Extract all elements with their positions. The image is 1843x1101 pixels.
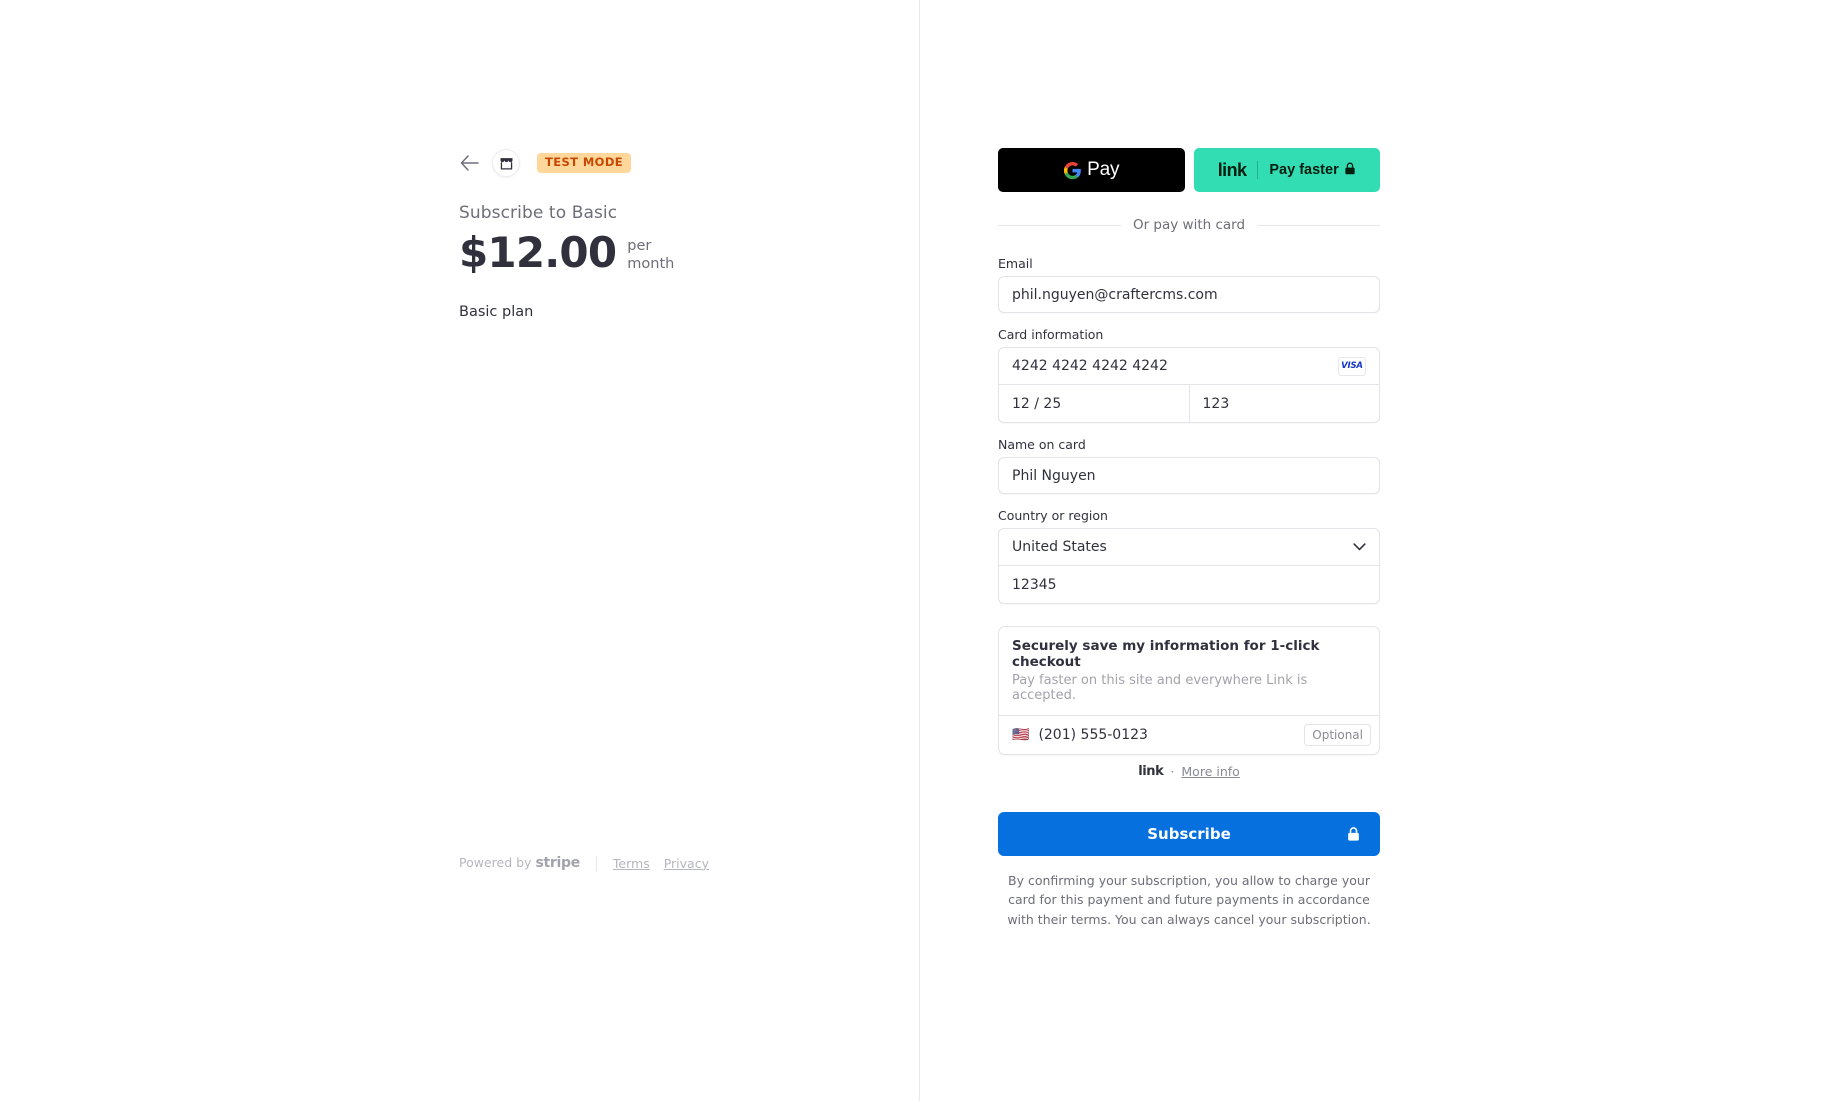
subscribe-button-label: Subscribe (1147, 825, 1231, 843)
link-label-text: Pay faster (1269, 162, 1339, 178)
country-postal-block: United States 12345 (998, 528, 1380, 604)
payment-form: Pay link Pay faster Or pay with card Ema… (998, 148, 1381, 929)
wallet-buttons: Pay link Pay faster (998, 148, 1380, 192)
divider-rule-right (1257, 224, 1381, 226)
card-cvc-field[interactable]: 123 (1188, 385, 1380, 422)
summary-header: TEST MODE (459, 148, 859, 178)
name-on-card-label: Name on card (998, 437, 1086, 452)
terms-link[interactable]: Terms (613, 856, 650, 871)
link-button-divider (1257, 161, 1259, 179)
visa-brand-icon: VISA (1338, 356, 1366, 376)
lock-icon (1347, 827, 1360, 842)
order-summary: TEST MODE Subscribe to Basic $12.00 per … (459, 148, 859, 320)
save-information-block: Securely save my information for 1-click… (998, 626, 1380, 755)
divider-label: Or pay with card (1132, 217, 1246, 233)
plan-name: Basic plan (459, 303, 534, 320)
country-region-label: Country or region (998, 508, 1108, 523)
page-title: Subscribe to Basic (459, 203, 618, 223)
or-pay-with-card-divider: Or pay with card (998, 217, 1381, 233)
link-footnote: link · More info (998, 764, 1380, 779)
order-summary-panel: TEST MODE Subscribe to Basic $12.00 per … (0, 0, 920, 1101)
google-pay-label: Pay (1087, 159, 1120, 180)
google-pay-button[interactable]: Pay (998, 148, 1185, 192)
country-select[interactable]: United States (999, 529, 1379, 566)
subscription-disclaimer: By confirming your subscription, you all… (1007, 873, 1371, 927)
card-information-label: Card information (998, 327, 1104, 342)
phone-number-row: 🇺🇸 (201) 555-0123 Optional (999, 716, 1379, 754)
link-footnote-separator: · (1170, 764, 1175, 779)
postal-code-field[interactable]: 12345 (999, 566, 1379, 603)
link-logo: link (1217, 159, 1247, 180)
card-number-field[interactable]: 4242 4242 4242 4242 VISA (999, 348, 1379, 385)
email-input[interactable] (998, 276, 1380, 313)
save-information-title: Securely save my information for 1-click… (1012, 638, 1320, 670)
price-row: $12.00 per month (459, 228, 859, 278)
save-information-subtitle: Pay faster on this site and everywhere L… (1012, 673, 1308, 703)
link-footnote-logo: link (1138, 764, 1164, 779)
back-arrow-icon[interactable] (459, 153, 479, 173)
country-region-group: Country or region United States 12345 (998, 508, 1380, 604)
phone-number-input[interactable]: (201) 555-0123 (1038, 727, 1295, 743)
google-g-icon (1063, 161, 1082, 180)
link-pay-faster-label: Pay faster (1269, 162, 1355, 179)
test-mode-badge: TEST MODE (537, 153, 632, 173)
card-information-block: 4242 4242 4242 4242 VISA 12 / 25 123 (998, 347, 1380, 423)
country-value: United States (1012, 539, 1107, 555)
card-information-group: Card information 4242 4242 4242 4242 VIS… (998, 327, 1380, 423)
price-interval-unit: month (627, 255, 675, 272)
chevron-down-icon (1353, 543, 1366, 551)
privacy-link[interactable]: Privacy (664, 856, 709, 871)
more-info-link[interactable]: More info (1181, 764, 1239, 779)
payment-panel: Pay link Pay faster Or pay with card Ema… (920, 0, 1843, 1101)
stripe-wordmark: stripe (535, 855, 580, 871)
name-on-card-input[interactable] (998, 457, 1380, 494)
footer-links: Terms Privacy (613, 856, 709, 871)
lock-icon (1344, 162, 1356, 179)
email-field-group: Email (998, 256, 1380, 313)
price-interval: per month (627, 229, 674, 273)
stripe-footer: Powered by stripe Terms Privacy (459, 855, 709, 871)
powered-by-label: Powered by (459, 855, 532, 870)
price-amount: $12.00 (459, 228, 617, 277)
card-expiry-field[interactable]: 12 / 25 (999, 385, 1189, 422)
powered-by-stripe[interactable]: Powered by stripe (459, 855, 580, 871)
subscribe-button[interactable]: Subscribe (998, 812, 1380, 856)
checkout-page: TEST MODE Subscribe to Basic $12.00 per … (0, 0, 1843, 1101)
card-number-value: 4242 4242 4242 4242 (1012, 358, 1168, 374)
storefront-icon[interactable] (492, 149, 520, 177)
link-pay-faster-button[interactable]: link Pay faster (1193, 148, 1380, 192)
name-on-card-group: Name on card (998, 437, 1380, 494)
divider-rule-left (998, 224, 1121, 226)
card-expiry-cvc-row: 12 / 25 123 (999, 385, 1379, 422)
optional-badge: Optional (1304, 724, 1371, 746)
price-interval-per: per (627, 238, 652, 254)
save-information-header: Securely save my information for 1-click… (999, 627, 1379, 716)
us-flag-icon[interactable]: 🇺🇸 (1012, 728, 1029, 742)
footer-divider (595, 855, 597, 871)
email-label: Email (998, 256, 1033, 271)
